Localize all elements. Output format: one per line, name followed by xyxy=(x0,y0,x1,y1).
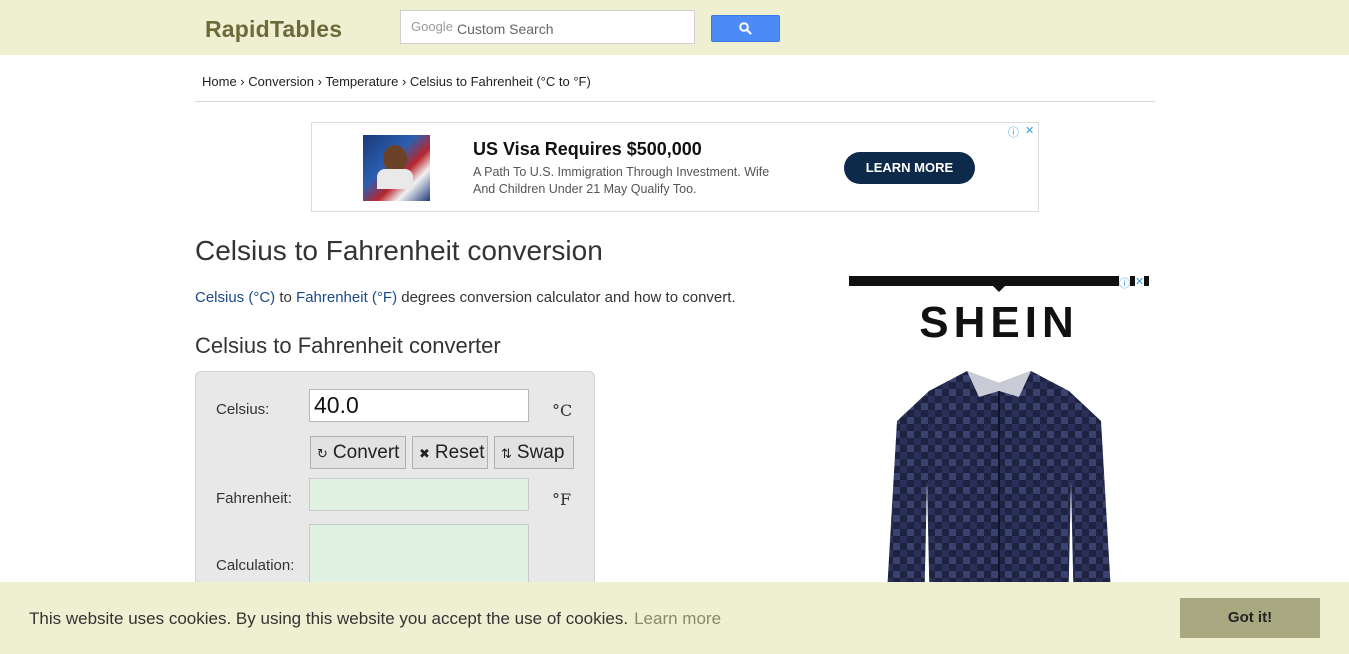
swap-button[interactable]: ⇅ Swap xyxy=(494,436,574,469)
breadcrumb-conversion[interactable]: Conversion xyxy=(248,74,314,89)
calculation-label: Calculation: xyxy=(216,557,295,574)
intro-to: to xyxy=(275,289,297,306)
ad-body: A Path To U.S. Immigration Through Inves… xyxy=(473,165,770,196)
top-header: RapidTables Google Custom Search xyxy=(0,0,1349,55)
search-placeholder: Custom Search xyxy=(457,21,554,37)
breadcrumb-current: Celsius to Fahrenheit (°C to °F) xyxy=(409,74,591,89)
ad-headline[interactable]: US Visa Requires $500,000 xyxy=(473,139,702,160)
refresh-icon: ↻ xyxy=(317,446,328,461)
google-label: Google xyxy=(411,19,453,34)
site-logo[interactable]: RapidTables xyxy=(205,16,342,43)
search-button[interactable] xyxy=(711,15,780,42)
ad-brand: SHEIN xyxy=(919,298,1079,347)
breadcrumb: Home › Conversion › Temperature › Celsiu… xyxy=(202,74,591,89)
celsius-label: Celsius: xyxy=(216,401,270,418)
cookie-learn-more-link[interactable]: Learn more xyxy=(634,609,721,628)
ad-close-icon[interactable]: ✕ xyxy=(1025,124,1034,137)
breadcrumb-separator: › xyxy=(398,74,410,89)
page-title: Celsius to Fahrenheit conversion xyxy=(195,235,603,266)
cookie-message-text: This website uses cookies. By using this… xyxy=(29,609,629,628)
ad-learn-more-button[interactable]: LEARN MORE xyxy=(844,152,975,184)
divider xyxy=(195,101,1155,102)
breadcrumb-temperature[interactable]: Temperature xyxy=(325,74,398,89)
convert-button[interactable]: ↻ Convert xyxy=(310,436,406,469)
celsius-unit: °C xyxy=(552,401,573,420)
x-icon: ✖ xyxy=(419,446,430,461)
reset-label: Reset xyxy=(434,442,485,463)
ad-info-icon[interactable]: ⓘ xyxy=(1008,124,1019,140)
breadcrumb-home[interactable]: Home xyxy=(202,74,237,89)
fahrenheit-label: Fahrenheit: xyxy=(216,490,292,507)
fahrenheit-output[interactable] xyxy=(309,478,529,511)
ad-image-shirt xyxy=(377,169,413,189)
fahrenheit-link[interactable]: Fahrenheit (°F) xyxy=(296,289,397,306)
celsius-input[interactable]: 40.0 xyxy=(309,389,529,422)
ad-info-icon[interactable]: ⓘ xyxy=(1119,276,1130,291)
convert-label: Convert xyxy=(332,442,400,463)
fahrenheit-unit: °F xyxy=(552,490,572,509)
ad-notch xyxy=(991,284,1007,292)
intro-text: Celsius (°C) to Fahrenheit (°F) degrees … xyxy=(195,289,736,306)
celsius-link[interactable]: Celsius (°C) xyxy=(195,289,275,306)
swap-label: Swap xyxy=(516,442,565,463)
converter-title: Celsius to Fahrenheit converter xyxy=(195,333,501,358)
swap-icon: ⇅ xyxy=(501,446,512,461)
search-input[interactable]: Google Custom Search xyxy=(400,10,695,44)
reset-button[interactable]: ✖ Reset xyxy=(412,436,488,469)
cookie-banner: This website uses cookies. By using this… xyxy=(0,582,1349,654)
search-icon xyxy=(739,22,752,35)
breadcrumb-separator: › xyxy=(314,74,326,89)
ad-image xyxy=(363,135,430,201)
breadcrumb-separator: › xyxy=(236,74,249,89)
cookie-accept-button[interactable]: Got it! xyxy=(1180,598,1320,638)
cookie-message: This website uses cookies. By using this… xyxy=(29,609,721,629)
top-ad-banner[interactable]: US Visa Requires $500,000 A Path To U.S.… xyxy=(311,122,1039,212)
ad-close-icon[interactable]: ✕ xyxy=(1135,276,1145,288)
intro-rest: degrees conversion calculator and how to… xyxy=(397,289,736,306)
